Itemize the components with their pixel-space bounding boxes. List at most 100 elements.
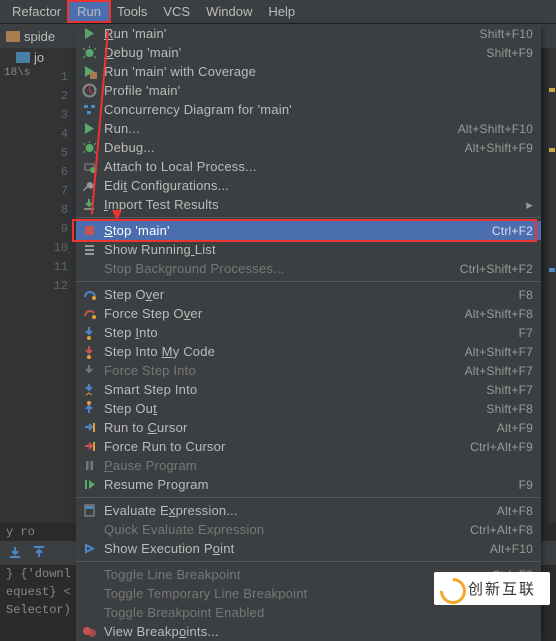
menu-item-label: Evaluate Expression... <box>104 503 497 518</box>
calc-icon <box>80 502 98 520</box>
line-number[interactable]: 8 <box>16 201 72 220</box>
menu-item-show-execution-point[interactable]: Show Execution PointAlt+F10 <box>76 539 541 558</box>
breakpoints-icon <box>80 623 98 641</box>
menu-run-label: Run <box>77 4 101 19</box>
menu-item-run[interactable]: Run...Alt+Shift+F10 <box>76 119 541 138</box>
list-icon <box>80 241 98 259</box>
menu-item-run-main-with-coverage[interactable]: Run 'main' with Coverage <box>76 62 541 81</box>
shortcut-label: Alt+Shift+F7 <box>465 364 533 378</box>
marker[interactable] <box>549 88 555 92</box>
menu-item-step-out[interactable]: Step OutShift+F8 <box>76 399 541 418</box>
shortcut-label: Alt+Shift+F7 <box>465 345 533 359</box>
menu-item-label: Step Out <box>104 401 486 416</box>
menu-item-profile-main[interactable]: Profile 'main' <box>76 81 541 100</box>
menu-item-pause-program: Pause Program <box>76 456 541 475</box>
menu-item-run-to-cursor[interactable]: Run to CursorAlt+F9 <box>76 418 541 437</box>
menu-item-label: Step Into <box>104 325 519 340</box>
watermark-logo: 创新互联 <box>434 572 550 605</box>
step-into-my-icon <box>80 343 98 361</box>
resume-icon <box>80 476 98 494</box>
menu-item-attach-to-local-process[interactable]: Attach to Local Process... <box>76 157 541 176</box>
line-number[interactable]: 10 <box>16 239 72 258</box>
force-into-icon <box>80 362 98 380</box>
menu-item-debug-main[interactable]: Debug 'main'Shift+F9 <box>76 43 541 62</box>
menu-item-stop-background-processes: Stop Background Processes...Ctrl+Shift+F… <box>76 259 541 278</box>
upload-icon[interactable] <box>32 546 46 560</box>
shortcut-label: F8 <box>519 288 533 302</box>
menu-item-step-into[interactable]: Step IntoF7 <box>76 323 541 342</box>
menu-item-label: Debug 'main' <box>104 45 486 60</box>
line-number[interactable]: 2 <box>16 87 72 106</box>
menu-refactor[interactable]: Refactor <box>4 2 69 21</box>
menu-item-label: View Breakpoints... <box>104 624 533 639</box>
shortcut-label: Ctrl+Alt+F8 <box>470 523 533 537</box>
folder-icon <box>6 31 20 42</box>
menu-item-stop-main[interactable]: Stop 'main'Ctrl+F2 <box>76 221 541 240</box>
line-number[interactable]: 1 <box>16 68 72 87</box>
menu-item-view-breakpoints[interactable]: View Breakpoints... <box>76 622 541 641</box>
project-file-label: jo <box>34 50 44 65</box>
shortcut-label: Shift+F7 <box>486 383 533 397</box>
menu-item-label: Show Execution Point <box>104 541 490 556</box>
line-number[interactable]: 7 <box>16 182 72 201</box>
line-number[interactable]: 4 <box>16 125 72 144</box>
menu-item-run-main[interactable]: Run 'main'Shift+F10 <box>76 24 541 43</box>
line-number[interactable]: 12 <box>16 277 72 296</box>
menu-item-label: Stop 'main' <box>104 223 492 238</box>
annotation-arrow-head <box>112 210 122 220</box>
menu-help[interactable]: Help <box>260 2 303 21</box>
shortcut-label: F7 <box>519 326 533 340</box>
shortcut-label: Alt+Shift+F9 <box>465 141 533 155</box>
step-over-icon <box>80 286 98 304</box>
menu-vcs[interactable]: VCS <box>155 2 198 21</box>
line-number[interactable]: 6 <box>16 163 72 182</box>
menu-item-label: Toggle Temporary Line Breakpoint <box>104 586 438 601</box>
project-file-row[interactable]: jo <box>0 48 80 67</box>
menu-window[interactable]: Window <box>198 2 260 21</box>
menu-item-debug[interactable]: Debug...Alt+Shift+F9 <box>76 138 541 157</box>
menu-item-label: Edit Configurations... <box>104 178 533 193</box>
menu-item-evaluate-expression[interactable]: Evaluate Expression...Alt+F8 <box>76 501 541 520</box>
menu-item-label: Profile 'main' <box>104 83 533 98</box>
line-number[interactable]: 9 <box>16 220 72 239</box>
menu-item-label: Debug... <box>104 140 465 155</box>
menu-item-force-run-to-cursor[interactable]: Force Run to CursorCtrl+Alt+F9 <box>76 437 541 456</box>
pause-icon <box>80 457 98 475</box>
menu-item-label: Run 'main' <box>104 26 480 41</box>
menu-item-label: Attach to Local Process... <box>104 159 533 174</box>
stop-icon <box>80 222 98 240</box>
menu-item-step-over[interactable]: Step OverF8 <box>76 285 541 304</box>
menu-separator <box>76 217 541 218</box>
line-number[interactable]: 5 <box>16 144 72 163</box>
menu-run[interactable]: Run <box>69 2 109 21</box>
play-green-icon <box>80 25 98 43</box>
shortcut-label: Shift+F9 <box>486 46 533 60</box>
menu-item-smart-step-into[interactable]: Smart Step IntoShift+F7 <box>76 380 541 399</box>
gutter: 123456789101112 <box>16 68 72 296</box>
menu-item-force-step-into: Force Step IntoAlt+Shift+F7 <box>76 361 541 380</box>
step-out-icon <box>80 400 98 418</box>
play-shield-icon <box>80 63 98 81</box>
blank-icon <box>80 521 98 539</box>
menu-item-resume-program[interactable]: Resume ProgramF9 <box>76 475 541 494</box>
shortcut-label: F9 <box>519 478 533 492</box>
breadcrumb-project[interactable]: spide <box>24 29 55 44</box>
line-number[interactable]: 3 <box>16 106 72 125</box>
line-number[interactable]: 11 <box>16 258 72 277</box>
marker[interactable] <box>549 268 555 272</box>
menu-item-label: Pause Program <box>104 458 533 473</box>
menu-item-label: Show Running List <box>104 242 533 257</box>
menu-item-step-into-my-code[interactable]: Step Into My CodeAlt+Shift+F7 <box>76 342 541 361</box>
menu-tools[interactable]: Tools <box>109 2 155 21</box>
python-file-icon <box>16 52 30 63</box>
menu-item-edit-configurations[interactable]: Edit Configurations... <box>76 176 541 195</box>
menu-item-force-step-over[interactable]: Force Step OverAlt+Shift+F8 <box>76 304 541 323</box>
download-icon[interactable] <box>8 546 22 560</box>
menu-item-concurrency-diagram-for-main[interactable]: Concurrency Diagram for 'main' <box>76 100 541 119</box>
blank-icon <box>80 260 98 278</box>
menu-item-import-test-results[interactable]: Import Test Results▸ <box>76 195 541 214</box>
run-menu-popup: Run 'main'Shift+F10Debug 'main'Shift+F9R… <box>76 24 541 641</box>
shortcut-label: Ctrl+Alt+F9 <box>470 440 533 454</box>
menu-item-show-running-list[interactable]: Show Running List <box>76 240 541 259</box>
marker[interactable] <box>549 148 555 152</box>
